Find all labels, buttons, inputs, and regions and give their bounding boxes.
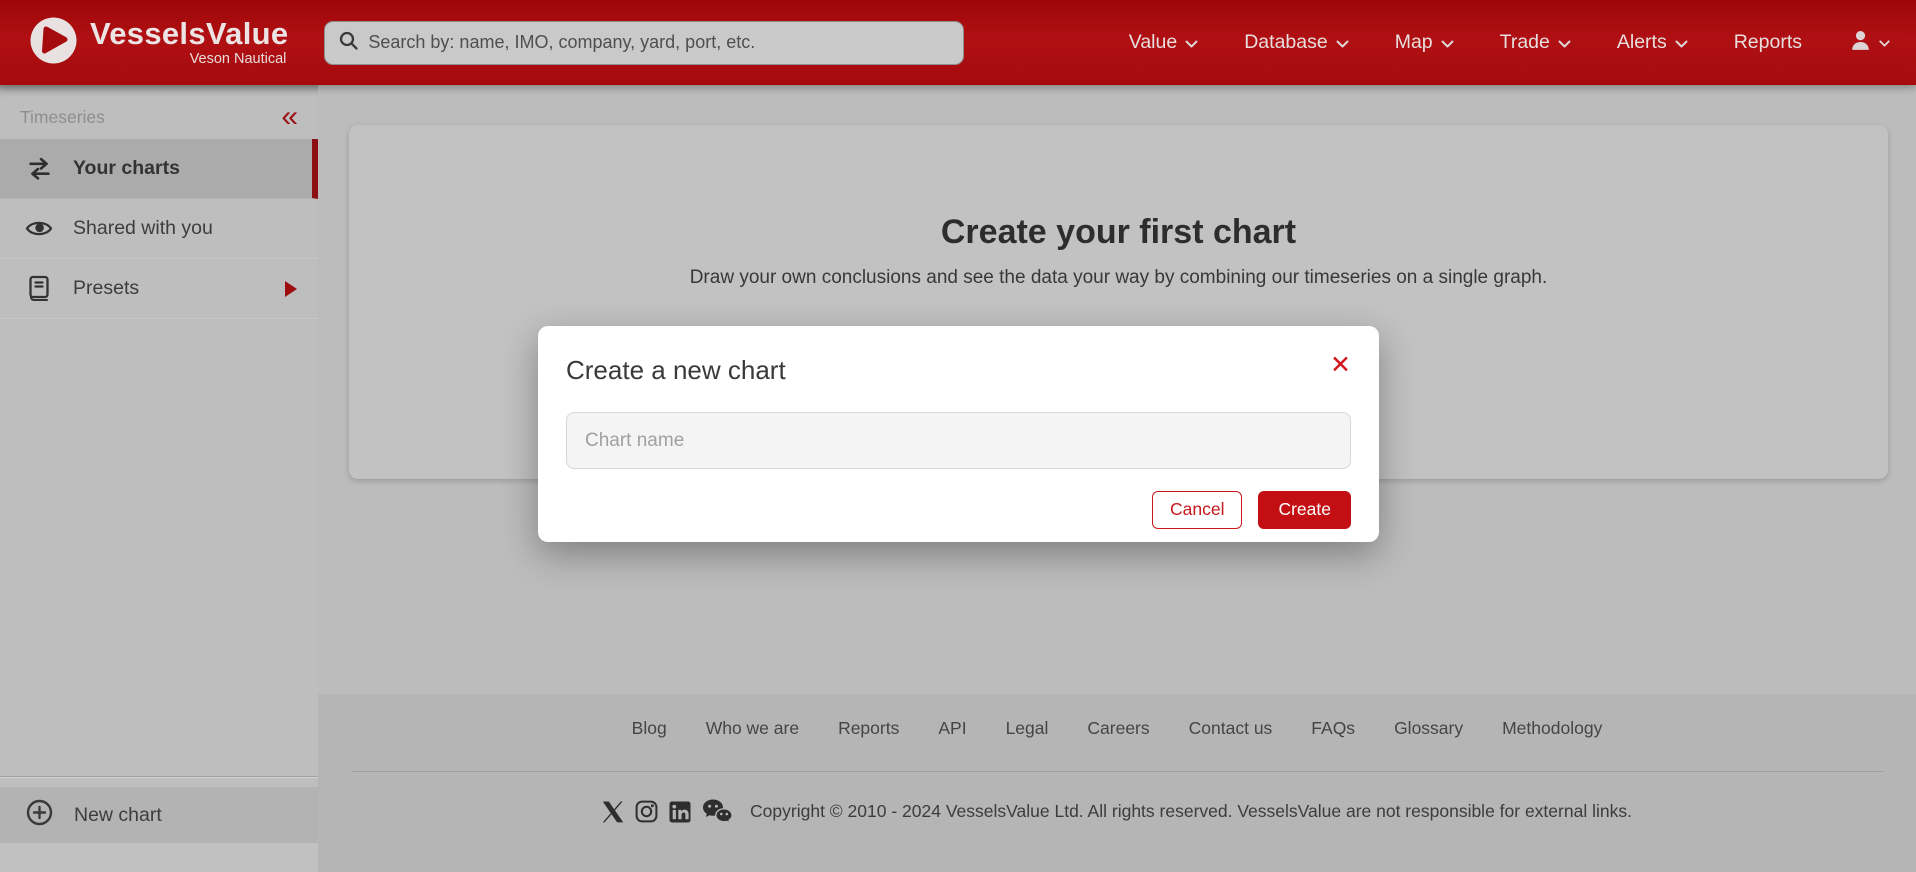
instagram-icon[interactable] <box>635 800 658 823</box>
sidebar-bottom: New chart <box>0 776 318 872</box>
book-icon <box>24 275 54 302</box>
person-icon <box>1848 28 1873 58</box>
footer-link-reports[interactable]: Reports <box>838 718 899 739</box>
eye-icon <box>24 218 54 239</box>
chevron-down-icon <box>1185 31 1198 54</box>
search-icon <box>339 31 358 55</box>
vesselsvalue-logo-icon <box>30 17 77 69</box>
modal-header: Create a new chart ✕ <box>566 350 1351 386</box>
footer-bottom-row: Copyright © 2010 - 2024 VesselsValue Ltd… <box>318 798 1916 825</box>
sidebar-section-title: Timeseries <box>20 107 105 128</box>
x-twitter-icon[interactable] <box>602 801 624 823</box>
nav-item-alerts[interactable]: Alerts <box>1617 31 1688 54</box>
chevron-down-icon <box>1558 31 1571 54</box>
modal-title: Create a new chart <box>566 355 786 386</box>
footer-link-contact-us[interactable]: Contact us <box>1189 718 1273 739</box>
footer-link-api[interactable]: API <box>938 718 966 739</box>
create-button[interactable]: Create <box>1258 491 1351 529</box>
search-input[interactable] <box>368 32 949 53</box>
footer-link-methodology[interactable]: Methodology <box>1502 718 1602 739</box>
footer-link-who-we-are[interactable]: Who we are <box>706 718 799 739</box>
user-menu[interactable] <box>1848 28 1890 58</box>
footer-links: Blog Who we are Reports API Legal Career… <box>318 694 1916 739</box>
chevron-down-icon <box>1336 31 1349 54</box>
new-chart-button[interactable]: New chart <box>0 787 318 843</box>
nav-item-map[interactable]: Map <box>1395 31 1454 54</box>
collapse-sidebar-icon[interactable]: « <box>281 105 298 129</box>
nav-item-trade[interactable]: Trade <box>1500 31 1571 54</box>
sidebar-item-label: Presets <box>73 277 139 300</box>
wechat-icon[interactable] <box>702 798 733 825</box>
nav-item-value[interactable]: Value <box>1129 31 1198 54</box>
top-nav: Value Database Map Trade Alerts Reports <box>1129 28 1890 58</box>
chevron-down-icon <box>1441 31 1454 54</box>
footer-link-faqs[interactable]: FAQs <box>1311 718 1355 739</box>
sidebar-item-label: Your charts <box>73 157 180 180</box>
top-header: VesselsValue Veson Nautical Value Databa… <box>0 0 1916 85</box>
sidebar-header: Timeseries « <box>0 95 318 139</box>
sidebar: Timeseries « Your charts Shared with you <box>0 85 318 872</box>
circle-plus-icon <box>26 799 53 832</box>
sidebar-item-shared-with-you[interactable]: Shared with you <box>0 199 318 259</box>
sidebar-item-label: Shared with you <box>73 217 213 240</box>
footer-link-legal[interactable]: Legal <box>1006 718 1049 739</box>
close-icon[interactable]: ✕ <box>1330 353 1351 378</box>
new-chart-label: New chart <box>74 804 162 827</box>
swap-arrows-icon <box>24 156 54 181</box>
create-chart-modal: Create a new chart ✕ Cancel Create <box>538 326 1379 542</box>
expand-presets-icon[interactable] <box>285 281 297 297</box>
footer: Blog Who we are Reports API Legal Career… <box>318 694 1916 872</box>
nav-item-reports[interactable]: Reports <box>1734 31 1802 54</box>
empty-state-title: Create your first chart <box>349 213 1888 252</box>
global-search-bar[interactable] <box>324 21 964 65</box>
copyright-text: Copyright © 2010 - 2024 VesselsValue Ltd… <box>750 801 1632 822</box>
empty-state-subtitle: Draw your own conclusions and see the da… <box>349 267 1888 289</box>
logo-subtitle: Veson Nautical <box>90 51 288 67</box>
nav-label: Trade <box>1500 31 1550 54</box>
footer-link-glossary[interactable]: Glossary <box>1394 718 1463 739</box>
nav-item-database[interactable]: Database <box>1244 31 1348 54</box>
logo-title: VesselsValue <box>90 18 288 51</box>
footer-link-blog[interactable]: Blog <box>632 718 667 739</box>
vesselsvalue-logo[interactable]: VesselsValue Veson Nautical <box>30 17 288 69</box>
nav-label: Value <box>1129 31 1177 54</box>
footer-divider <box>351 771 1883 772</box>
linkedin-icon[interactable] <box>669 801 691 823</box>
footer-link-careers[interactable]: Careers <box>1087 718 1149 739</box>
sidebar-divider <box>0 776 318 778</box>
chevron-down-icon <box>1675 31 1688 54</box>
sidebar-footer-strip <box>0 843 318 872</box>
chevron-down-icon <box>1879 34 1890 52</box>
nav-label: Database <box>1244 31 1327 54</box>
modal-actions: Cancel Create <box>566 491 1351 529</box>
cancel-button[interactable]: Cancel <box>1152 491 1242 529</box>
nav-label: Map <box>1395 31 1433 54</box>
social-icons <box>602 798 733 825</box>
logo-text: VesselsValue Veson Nautical <box>90 18 288 67</box>
nav-label: Reports <box>1734 31 1802 54</box>
sidebar-item-presets[interactable]: Presets <box>0 259 318 319</box>
sidebar-item-your-charts[interactable]: Your charts <box>0 139 318 199</box>
nav-label: Alerts <box>1617 31 1667 54</box>
chart-name-input[interactable] <box>566 412 1351 469</box>
